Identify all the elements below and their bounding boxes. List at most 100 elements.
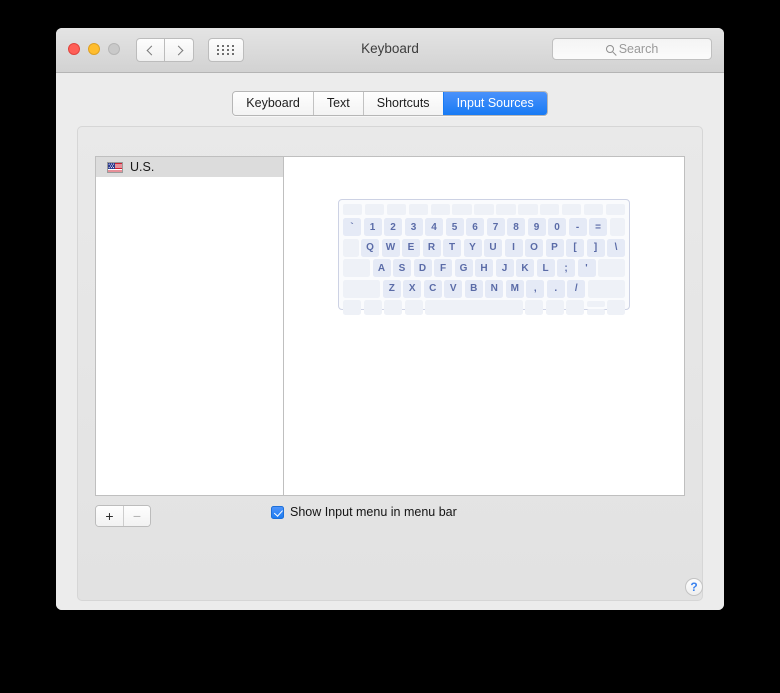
keyboard-row-function xyxy=(343,204,626,215)
key-caps-lock xyxy=(343,259,370,277)
key-7: 7 xyxy=(486,218,505,236)
input-source-list[interactable]: U.S. xyxy=(96,157,284,495)
keyboard-row-number: ` 1 2 3 4 5 6 7 8 9 0 - = xyxy=(343,218,625,236)
list-item-label: U.S. xyxy=(130,160,155,174)
split-view: U.S. ` 1 2 3 4 5 6 7 8 9 0 - = Q W E R T… xyxy=(95,156,685,496)
key-g: G xyxy=(454,259,473,277)
key-option-right xyxy=(545,300,564,315)
key-esc xyxy=(343,204,363,215)
key-v: V xyxy=(444,279,463,298)
key-z: Z xyxy=(382,279,401,298)
key-minus: - xyxy=(568,218,587,236)
key-o: O xyxy=(525,238,543,257)
key-f7 xyxy=(496,204,516,215)
tab-text[interactable]: Text xyxy=(312,92,363,115)
arrow-key-cluster xyxy=(586,300,605,315)
key-f2 xyxy=(386,204,407,215)
key-period: . xyxy=(546,279,565,298)
key-l: L xyxy=(536,259,555,277)
tab-input-sources[interactable]: Input Sources xyxy=(442,92,547,115)
key-control xyxy=(363,300,382,315)
remove-input-source-button[interactable]: − xyxy=(123,506,150,526)
key-y: Y xyxy=(463,238,482,257)
keyboard-row-modifier xyxy=(343,300,625,315)
keyboard-layout-preview: ` 1 2 3 4 5 6 7 8 9 0 - = Q W E R T Y U … xyxy=(338,199,630,315)
tab-group: Keyboard Text Shortcuts Input Sources xyxy=(232,91,548,116)
window-body: Keyboard Text Shortcuts Input Sources U.… xyxy=(56,73,724,610)
key-shift-right xyxy=(587,279,625,298)
key-6: 6 xyxy=(466,218,484,236)
key-9: 9 xyxy=(527,218,546,236)
key-a: A xyxy=(372,259,391,277)
key-bracket-right: ] xyxy=(586,238,605,257)
list-item[interactable]: U.S. xyxy=(96,157,283,177)
keyboard-row-upper: Q W E R T Y U I O P [ ] \ xyxy=(343,238,625,257)
key-h: H xyxy=(475,259,493,277)
tab-keyboard[interactable]: Keyboard xyxy=(233,92,313,115)
key-e: E xyxy=(402,238,420,257)
window-titlebar: Keyboard Search xyxy=(56,28,724,73)
key-semicolon: ; xyxy=(557,259,575,277)
keyboard-preview-pane: ` 1 2 3 4 5 6 7 8 9 0 - = Q W E R T Y U … xyxy=(284,157,684,495)
key-space xyxy=(425,300,523,315)
show-input-menu-checkbox[interactable] xyxy=(271,505,284,519)
key-comma: , xyxy=(526,279,545,298)
key-arrow-left xyxy=(566,300,584,315)
key-f6 xyxy=(474,204,494,215)
key-f4 xyxy=(430,204,450,215)
key-n: N xyxy=(485,279,504,298)
key-f10 xyxy=(561,204,582,215)
tab-shortcuts[interactable]: Shortcuts xyxy=(362,92,443,115)
key-f1 xyxy=(364,204,385,215)
help-button[interactable]: ? xyxy=(685,578,703,596)
tab-bar: Keyboard Text Shortcuts Input Sources xyxy=(56,91,724,116)
add-input-source-button[interactable]: + xyxy=(96,506,123,526)
key-equals: = xyxy=(589,218,607,236)
show-input-menu-label: Show Input menu in menu bar xyxy=(290,505,457,519)
key-1: 1 xyxy=(363,218,382,236)
key-t: T xyxy=(443,238,461,257)
key-f5 xyxy=(452,204,472,215)
keyboard-row-home: A S D F G H J K L ; ' xyxy=(343,259,625,277)
key-2: 2 xyxy=(384,218,402,236)
key-shift-left xyxy=(343,279,381,298)
key-return xyxy=(598,259,625,277)
key-arrow-right xyxy=(607,300,625,315)
key-arrow-up xyxy=(586,300,605,307)
list-action-buttons: + − xyxy=(95,505,151,527)
search-placeholder: Search xyxy=(618,42,659,56)
key-k: K xyxy=(516,259,534,277)
key-r: R xyxy=(422,238,441,257)
key-3: 3 xyxy=(404,218,423,236)
key-slash: / xyxy=(567,279,586,298)
key-f9 xyxy=(540,204,560,215)
key-f8 xyxy=(518,204,538,215)
key-b: B xyxy=(464,279,483,298)
key-x: X xyxy=(403,279,422,298)
key-f3 xyxy=(408,204,429,215)
key-bracket-left: [ xyxy=(566,238,584,257)
key-4: 4 xyxy=(425,218,443,236)
key-c: C xyxy=(423,279,442,298)
show-input-menu-checkbox-row[interactable]: Show Input menu in menu bar xyxy=(271,505,457,519)
key-command-left xyxy=(404,300,423,315)
key-q: Q xyxy=(361,238,379,257)
key-delete xyxy=(609,218,625,236)
key-arrow-down xyxy=(586,308,605,315)
key-5: 5 xyxy=(445,218,464,236)
key-8: 8 xyxy=(507,218,525,236)
key-d: D xyxy=(413,259,432,277)
key-i: I xyxy=(504,238,523,257)
keyboard-row-lower: Z X C V B N M , . / xyxy=(343,279,625,298)
input-sources-panel: U.S. ` 1 2 3 4 5 6 7 8 9 0 - = Q W E R T… xyxy=(77,126,703,601)
search-input[interactable]: Search xyxy=(552,38,712,60)
key-j: J xyxy=(495,259,514,277)
key-m: M xyxy=(505,279,524,298)
key-fn xyxy=(343,300,361,315)
key-quote: ' xyxy=(577,259,596,277)
key-f: F xyxy=(434,259,452,277)
key-0: 0 xyxy=(548,218,566,236)
key-f11 xyxy=(583,204,604,215)
preferences-window: Keyboard Search Keyboard Text Shortcuts … xyxy=(56,28,724,610)
us-flag-icon xyxy=(107,161,123,173)
